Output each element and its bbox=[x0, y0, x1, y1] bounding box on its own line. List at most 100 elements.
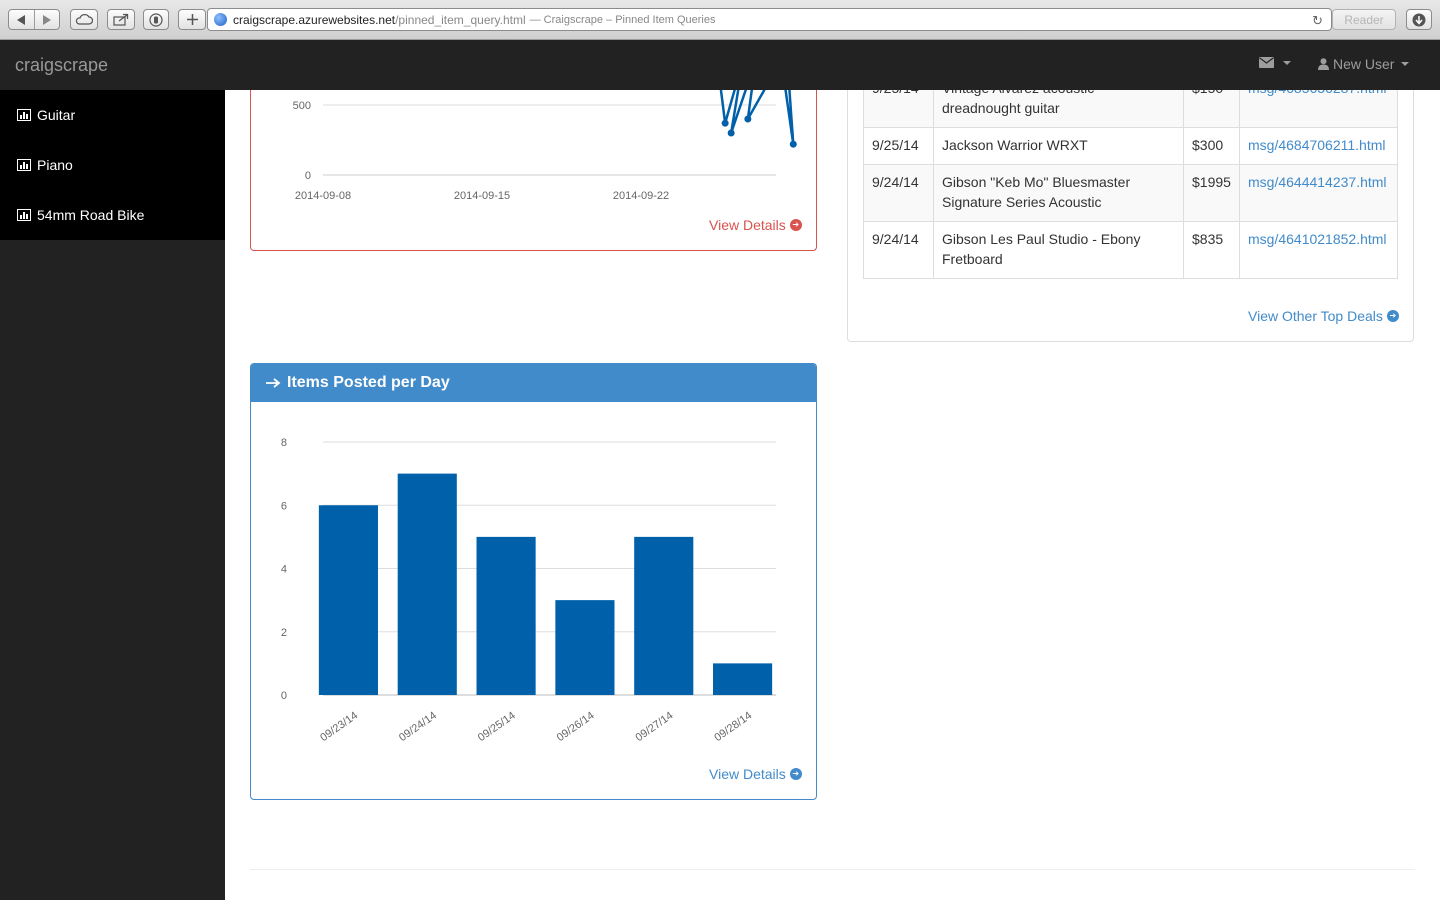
top-navbar: craigscrape New User bbox=[0, 40, 1440, 90]
sidebar-item-piano[interactable]: Piano bbox=[0, 140, 225, 190]
bar-chart-icon bbox=[17, 159, 31, 171]
bar bbox=[713, 663, 773, 695]
deal-price: $300 bbox=[1183, 127, 1240, 165]
price-point bbox=[744, 115, 752, 123]
url-path: /pinned_item_query.html bbox=[395, 12, 526, 27]
downloads-button[interactable] bbox=[1406, 9, 1432, 30]
x-tick-label: 09/27/14 bbox=[634, 710, 676, 744]
back-button[interactable] bbox=[9, 10, 34, 29]
deal-title: Jackson Warrior WRXT bbox=[933, 127, 1184, 165]
sidebar-item-label: Piano bbox=[37, 157, 73, 173]
user-dropdown[interactable]: New User bbox=[1318, 56, 1410, 72]
caret-down-icon bbox=[1283, 60, 1291, 65]
y-tick-label: 8 bbox=[281, 437, 287, 449]
items-view-details-link[interactable]: View Details ➔ bbox=[709, 766, 802, 782]
sidebar-list: Guitar Piano 54mm Road Bike bbox=[0, 90, 225, 240]
top-deals-panel: 9/25/14Vintage Alvarez acoustic dreadnou… bbox=[847, 90, 1414, 342]
panel-title: Items Posted per Day bbox=[287, 374, 450, 391]
download-icon bbox=[1412, 13, 1426, 26]
price-point bbox=[721, 119, 729, 127]
items-bar-chart: 86420 09/23/14 09/24/14 09/25/14 09/26/14 09… bbox=[281, 437, 776, 744]
plus-icon bbox=[186, 14, 198, 25]
browser-toolbar: craigscrape.azurewebsites.net /pinned_it… bbox=[0, 0, 1440, 40]
price-point bbox=[789, 140, 797, 148]
bar bbox=[397, 473, 457, 695]
icloud-button[interactable] bbox=[70, 9, 98, 30]
x-tick-label: 2014-09-22 bbox=[613, 190, 669, 200]
price-view-details-link[interactable]: View Details ➔ bbox=[709, 217, 802, 233]
arrow-circle-right-icon: ➔ bbox=[1386, 310, 1399, 322]
deal-title: Gibson "Keb Mo" Bluesmaster Signature Se… bbox=[933, 164, 1184, 222]
bar-x-labels: 09/23/14 09/24/14 09/25/14 09/26/14 09/27/14… bbox=[318, 710, 754, 744]
x-tick-label: 09/24/14 bbox=[397, 710, 439, 744]
sidebar: Guitar Piano 54mm Road Bike bbox=[0, 90, 225, 900]
view-details-label: View Details bbox=[709, 217, 786, 233]
x-tick-label: 09/23/14 bbox=[318, 710, 360, 744]
user-icon bbox=[1318, 58, 1329, 70]
deal-link-cell: msg/4685636287.html bbox=[1239, 90, 1398, 128]
deal-price: $1995 bbox=[1183, 164, 1240, 222]
x-tick-label: 2014-09-15 bbox=[454, 190, 510, 200]
reload-icon[interactable]: ↻ bbox=[1312, 13, 1323, 29]
forward-button[interactable] bbox=[33, 10, 59, 29]
deal-link-cell: msg/4684706211.html bbox=[1239, 127, 1398, 165]
view-other-deals-link[interactable]: View Other Top Deals ➔ bbox=[1248, 308, 1399, 324]
bar-chart-icon bbox=[17, 209, 31, 221]
x-tick-label: 09/28/14 bbox=[712, 710, 754, 744]
deal-link-cell: msg/4644414237.html bbox=[1239, 164, 1398, 222]
bar bbox=[476, 536, 536, 695]
table-row: 9/25/14 Jackson Warrior WRXT $300 msg/46847… bbox=[863, 127, 1398, 165]
arrow-circle-right-icon: ➔ bbox=[789, 768, 802, 780]
deal-date: 9/24/14 bbox=[863, 221, 934, 279]
divider bbox=[250, 869, 1415, 870]
long-arrow-right-icon bbox=[266, 378, 281, 388]
deal-link[interactable]: msg/4684706211.html bbox=[1248, 137, 1386, 153]
sidebar-item-road-bike[interactable]: 54mm Road Bike bbox=[0, 190, 225, 240]
y-tick-label: 0 bbox=[305, 170, 311, 182]
panel-heading: Items Posted per Day bbox=[251, 364, 816, 402]
deal-link[interactable]: msg/4685636287.html bbox=[1248, 90, 1387, 96]
bar-chart-icon bbox=[17, 109, 31, 121]
hand-icon bbox=[149, 12, 163, 27]
back-arrow-icon bbox=[16, 14, 25, 25]
deals-table: 9/25/14Vintage Alvarez acoustic dreadnou… bbox=[863, 90, 1398, 279]
deal-price: $835 bbox=[1183, 221, 1240, 279]
page-content: 500 0 2014-09-08 2014-09-15 2014-09-22 V… bbox=[225, 90, 1440, 900]
messages-dropdown[interactable] bbox=[1259, 57, 1291, 68]
new-tab-button[interactable] bbox=[178, 9, 206, 30]
sidebar-item-label: Guitar bbox=[37, 107, 76, 123]
privacy-button[interactable] bbox=[143, 9, 169, 30]
cloud-icon bbox=[75, 14, 93, 25]
deal-link[interactable]: msg/4644414237.html bbox=[1248, 174, 1387, 190]
globe-icon bbox=[214, 13, 227, 26]
deal-date: 9/25/14 bbox=[863, 127, 934, 165]
page-title: — Craigscrape – Pinned Item Queries bbox=[529, 13, 716, 26]
bar bbox=[318, 505, 378, 695]
items-posted-panel: Items Posted per Day 8 6 4 2 0 09/23/14 09/24… bbox=[250, 363, 817, 800]
sidebar-item-guitar[interactable]: Guitar bbox=[0, 90, 225, 140]
share-button[interactable] bbox=[107, 9, 135, 30]
bar bbox=[634, 536, 694, 695]
address-bar[interactable]: craigscrape.azurewebsites.net /pinned_it… bbox=[207, 8, 1332, 31]
arrow-circle-right-icon: ➔ bbox=[789, 219, 802, 231]
x-tick-label: 09/26/14 bbox=[555, 710, 597, 744]
view-other-label: View Other Top Deals bbox=[1248, 308, 1383, 324]
deal-link-cell: msg/4641021852.html bbox=[1239, 221, 1398, 279]
deal-link[interactable]: msg/4641021852.html bbox=[1248, 231, 1387, 247]
view-details-label: View Details bbox=[709, 766, 786, 782]
caret-down-icon bbox=[1401, 62, 1410, 66]
reader-button[interactable]: Reader bbox=[1332, 9, 1396, 30]
x-tick-label: 09/25/14 bbox=[476, 710, 518, 744]
y-tick-label: 2 bbox=[281, 627, 287, 639]
bar bbox=[555, 600, 615, 695]
y-tick-label: 6 bbox=[281, 500, 287, 512]
share-icon bbox=[113, 13, 129, 26]
table-row: 9/24/14 Gibson Les Paul Studio - Ebony Fr… bbox=[863, 221, 1398, 279]
brand-link[interactable]: craigscrape bbox=[15, 55, 108, 76]
price-series bbox=[719, 90, 797, 148]
x-tick-label: 2014-09-08 bbox=[295, 190, 351, 200]
price-line-chart: 500 0 2014-09-08 2014-09-15 2014-09-22 bbox=[293, 90, 797, 200]
price-chart-panel: 500 0 2014-09-08 2014-09-15 2014-09-22 V… bbox=[250, 90, 817, 251]
user-name: New User bbox=[1333, 56, 1395, 72]
y-tick-label: 500 bbox=[293, 100, 311, 112]
